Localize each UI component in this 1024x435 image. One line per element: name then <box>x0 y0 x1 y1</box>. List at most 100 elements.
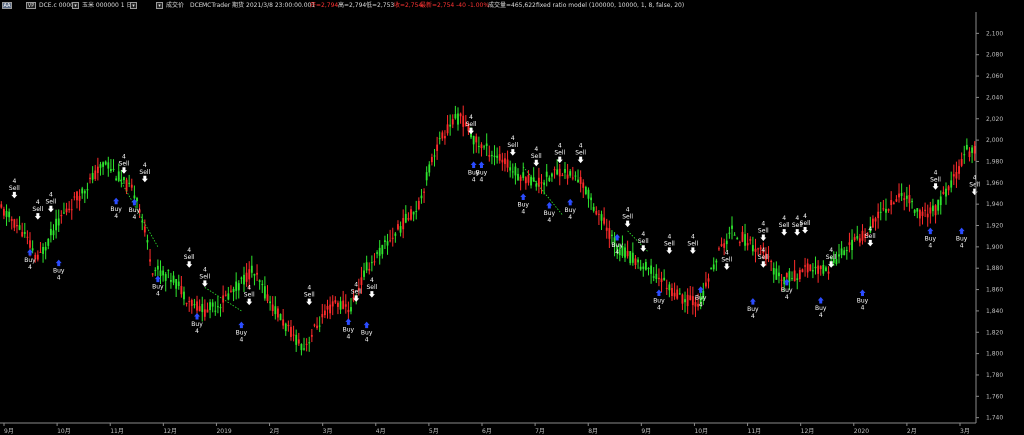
candle-body <box>206 309 209 313</box>
candle-body <box>631 252 634 263</box>
chart-type-button[interactable]: AA <box>2 2 12 9</box>
sell-signal: Sell4 <box>800 213 811 234</box>
candle-body <box>955 172 958 179</box>
candle-body <box>741 231 744 242</box>
candle-body <box>590 197 592 201</box>
candle-body <box>903 198 906 200</box>
candle-body <box>611 234 613 237</box>
candle-body <box>308 342 311 344</box>
price-tick-label: 1,740 <box>986 415 1003 422</box>
signal-qty: 4 <box>203 266 207 273</box>
candle-body <box>305 343 308 345</box>
signal-label: Buy <box>236 330 248 337</box>
sell-signal: Sell4 <box>531 146 542 167</box>
buy-arrow-icon <box>749 298 756 305</box>
signal-label: Sell <box>930 176 941 183</box>
sell-signal: Sell4 <box>826 247 837 268</box>
datatype-dropdown-icon[interactable]: ▾ <box>156 2 163 9</box>
candle-body <box>477 145 480 147</box>
sell-arrow-icon <box>533 159 540 167</box>
candle-body <box>522 172 525 178</box>
candle-body <box>642 266 645 269</box>
buy-arrow-icon <box>363 321 370 329</box>
candle-body <box>428 164 431 173</box>
candle-body <box>733 234 736 236</box>
time-tick-label: 12月 <box>801 428 815 435</box>
signal-label: Buy <box>653 298 665 305</box>
candle-body <box>438 138 441 140</box>
candle-body <box>509 167 512 171</box>
candle-body <box>42 247 44 254</box>
buy-arrow-icon <box>113 197 120 205</box>
candle-body <box>404 213 407 223</box>
buy-arrow-icon <box>520 193 527 200</box>
candle-body <box>624 247 626 258</box>
candle-body <box>498 154 501 161</box>
signal-label: Buy <box>517 201 529 208</box>
candle-body <box>757 248 760 250</box>
sell-signal: Sell4 <box>139 162 151 183</box>
candle-body <box>501 159 504 163</box>
time-tick-label: 2020 <box>854 428 869 435</box>
signal-qty: 4 <box>579 143 583 150</box>
volume-profile-button[interactable]: VP <box>26 2 36 9</box>
buy-signal: Buy4 <box>129 198 141 221</box>
signal-label: Sell <box>184 254 195 261</box>
candle-body <box>141 220 144 223</box>
candle-body <box>326 305 329 310</box>
signal-label: Sell <box>779 222 790 229</box>
signal-qty: 4 <box>861 305 865 312</box>
candle-body <box>136 197 138 202</box>
candle-body <box>70 209 73 211</box>
signal-qty: 4 <box>785 294 789 301</box>
candle-body <box>472 135 475 145</box>
buy-signal: Buy4 <box>747 298 759 320</box>
dropdown-arrow-icon[interactable]: ▾ <box>72 2 79 9</box>
candle-body <box>788 271 791 282</box>
time-tick-label: 3月 <box>960 428 970 435</box>
signal-label: Sell <box>800 220 811 227</box>
candle-body <box>63 212 65 214</box>
signal-label: Sell <box>622 214 633 221</box>
signal-label: Sell <box>304 292 315 299</box>
sell-arrow-icon <box>577 156 584 164</box>
signal-qty: 4 <box>558 143 562 150</box>
buy-arrow-icon <box>154 275 161 283</box>
buy-arrow-icon <box>958 227 965 235</box>
buy-arrow-icon <box>655 289 662 297</box>
sell-signal: Sell4 <box>969 175 980 196</box>
candle-body <box>13 219 16 228</box>
candle-body <box>971 147 973 153</box>
candle-body <box>791 278 793 280</box>
signal-label: Buy <box>361 330 373 337</box>
price-tick-label: 1,900 <box>986 244 1003 251</box>
candle-body <box>843 250 846 256</box>
candle-body <box>916 208 919 212</box>
price-chart[interactable]: Sell4Buy4Sell4 Sell4Buy4Buy4Sell4Buy4Sell… <box>0 0 1024 435</box>
price-tick-label: 1,940 <box>986 201 1003 208</box>
signal-qty: 4 <box>354 281 358 288</box>
symbol-name: 玉米 000000 1 日 <box>82 2 133 9</box>
signal-label: Buy <box>110 206 122 213</box>
candle-body <box>323 310 326 316</box>
candle-body <box>691 296 694 306</box>
sell-signal: Sell4 <box>199 266 211 287</box>
sell-signal: Sell4 <box>554 143 566 164</box>
buy-signal: Buy4 <box>110 197 122 220</box>
candle-body <box>360 277 363 285</box>
candle-body <box>412 211 415 215</box>
candle-body <box>798 269 801 280</box>
candle-body <box>449 124 452 127</box>
candle-body <box>778 272 780 277</box>
candle-body <box>86 189 89 191</box>
symbol-dropdown[interactable]: DCE.c 0000 <box>39 0 74 11</box>
candle-body <box>112 168 115 170</box>
candle-body <box>284 323 287 332</box>
sell-arrow-icon <box>353 295 360 302</box>
signal-label: Sell <box>758 228 769 235</box>
candle-body <box>603 217 606 224</box>
candle-body <box>840 248 843 256</box>
interval-dropdown-icon[interactable]: ▾ <box>130 2 137 9</box>
candle-body <box>237 283 240 291</box>
candle-body <box>968 151 971 158</box>
